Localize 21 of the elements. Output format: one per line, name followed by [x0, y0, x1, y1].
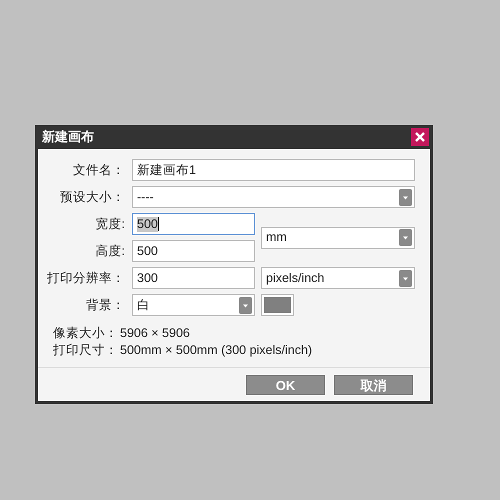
resolution-field[interactable]: 300 [132, 267, 255, 289]
field-label: 预设大小： [59, 188, 126, 206]
field-label: 文件名： [72, 162, 126, 179]
width-field[interactable]: 500 [132, 213, 255, 235]
resolution-unit-dropdown[interactable]: pixels/inch [261, 267, 415, 289]
preset-size-dropdown[interactable]: ---- [132, 186, 415, 208]
dialog-title: 新建画布 [42, 128, 94, 146]
field-label: 高度: [94, 242, 126, 260]
field-label: 打印分辨率： [46, 270, 126, 287]
info-value: 5906 × 5906 [119, 325, 190, 342]
close-button[interactable] [411, 128, 429, 146]
background-dropdown[interactable]: 白 [132, 294, 255, 316]
field-label: 背景： [85, 296, 126, 314]
height-field[interactable]: 500 [132, 240, 255, 262]
info-value: 500mm × 500mm (300 pixels/inch) [119, 342, 312, 359]
info-label: 像素大小： [52, 325, 118, 342]
size-unit-dropdown[interactable]: mm [261, 226, 415, 248]
field-label: 宽度: [94, 216, 126, 233]
file-name-field[interactable]: 新建画布1 [132, 159, 415, 181]
close-icon [415, 132, 425, 142]
info-label: 打印尺寸： [52, 342, 118, 359]
